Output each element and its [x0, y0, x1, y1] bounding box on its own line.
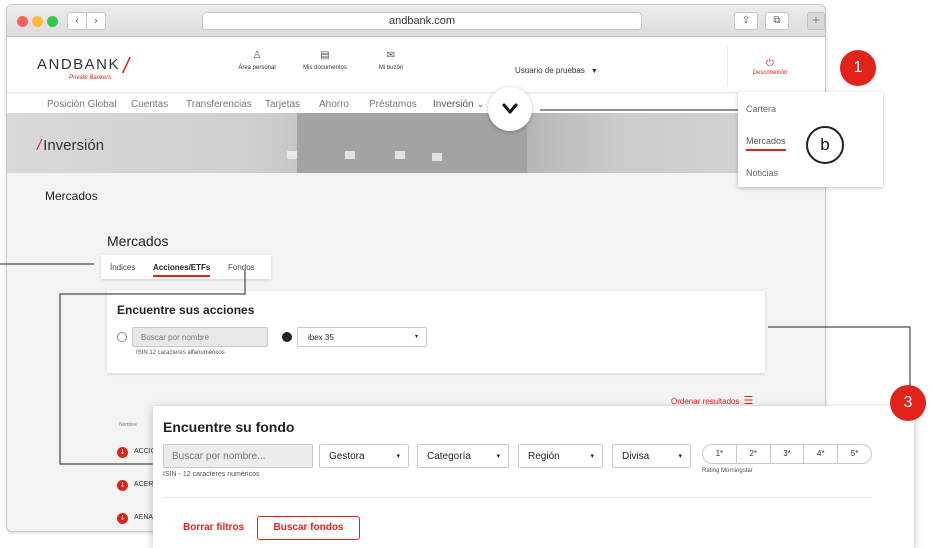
annotation-b: b: [806, 126, 844, 164]
search-funds-button[interactable]: Buscar fondos: [257, 516, 360, 540]
annotation-badge-1: 1: [840, 50, 876, 86]
region-select[interactable]: Región ▾: [518, 444, 603, 468]
dropdown-item-noticias[interactable]: Noticias: [746, 168, 778, 178]
rating-5-star[interactable]: 5*: [838, 445, 871, 463]
region-select-label: Región: [528, 451, 560, 462]
rating-label: Rating Morningstar: [702, 468, 753, 474]
rating-1-star[interactable]: 1*: [703, 445, 737, 463]
rating-3-star[interactable]: 3*: [771, 445, 805, 463]
caret-down-icon: ▾: [678, 453, 682, 460]
fund-search-card: Encuentre su fondo Buscar por nombre... …: [153, 406, 914, 548]
category-select[interactable]: Categoría ▾: [417, 444, 509, 468]
annotation-badge-3: 3: [890, 385, 926, 421]
manager-select-label: Gestora: [329, 451, 365, 462]
fund-isin-hint: ISIN - 12 caracteres numéricos: [163, 471, 260, 478]
expand-menu-button[interactable]: [488, 87, 532, 131]
chevron-down-icon: [502, 103, 518, 114]
dropdown-item-mercados[interactable]: Mercados: [746, 136, 786, 151]
currency-select[interactable]: Divisa ▾: [612, 444, 691, 468]
fund-search-input[interactable]: Buscar por nombre...: [163, 444, 313, 468]
currency-select-label: Divisa: [622, 451, 650, 462]
clear-filters-button[interactable]: Borrar filtros: [183, 522, 244, 533]
divider: [163, 497, 872, 498]
rating-4-star[interactable]: 4*: [804, 445, 839, 463]
category-select-label: Categoría: [427, 451, 471, 462]
fund-search-title: Encuentre su fondo: [163, 419, 295, 435]
caret-down-icon: ▾: [590, 453, 594, 460]
caret-down-icon: ▾: [396, 453, 400, 460]
manager-select[interactable]: Gestora ▾: [319, 444, 409, 468]
rating-2-star[interactable]: 2*: [737, 445, 771, 463]
caret-down-icon: ▾: [496, 453, 500, 460]
morningstar-rating-filter: 1* 2* 3* 4* 5*: [702, 444, 872, 464]
dropdown-item-cartera[interactable]: Cartera: [746, 104, 776, 114]
